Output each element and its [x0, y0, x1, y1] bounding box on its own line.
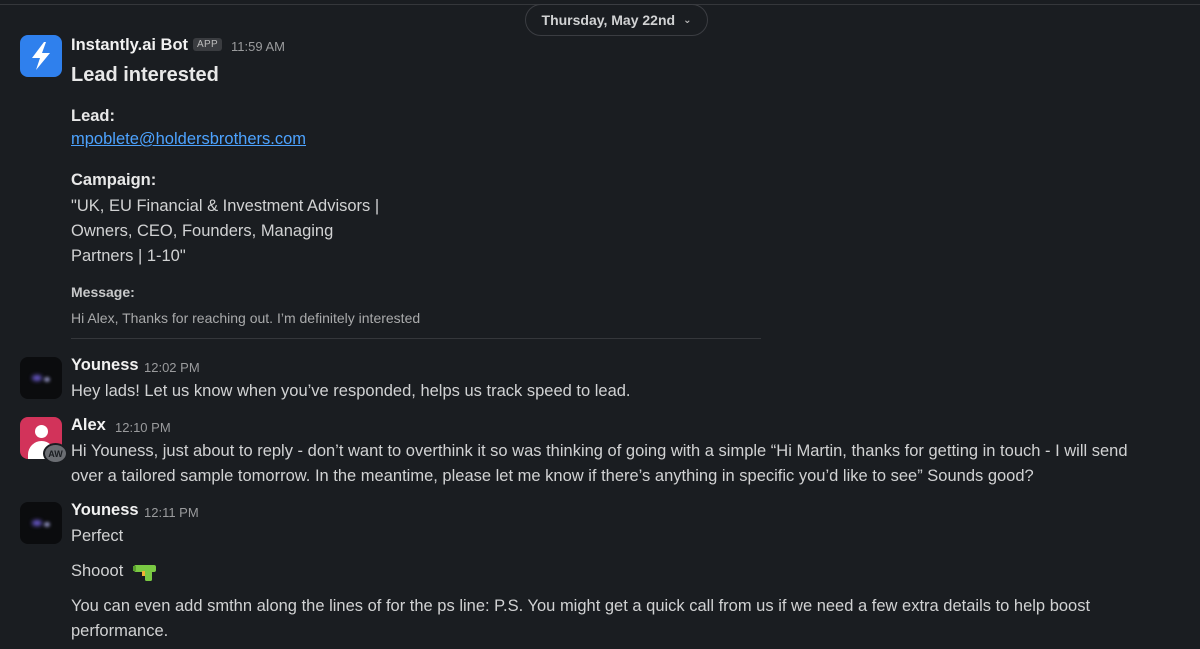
- message-title: Lead interested: [71, 64, 219, 86]
- chevron-down-icon: ⌄: [683, 14, 692, 26]
- author-name[interactable]: Instantly.ai Bot: [71, 36, 188, 55]
- campaign-line: Partners | 1-10": [71, 247, 186, 265]
- message-text: Shooot: [71, 559, 158, 584]
- lead-label: Lead:: [71, 107, 116, 125]
- message-text: Hi Youness, just about to reply - don’t …: [71, 442, 1128, 460]
- message-preview: Hi Alex, Thanks for reaching out. I’m de…: [71, 310, 421, 326]
- timestamp[interactable]: 12:02 PM: [144, 360, 200, 375]
- date-divider-button[interactable]: Thursday, May 22nd ⌄: [525, 4, 708, 36]
- timestamp[interactable]: 12:11 PM: [144, 505, 199, 520]
- campaign-line: Owners, CEO, Founders, Managing: [71, 222, 334, 240]
- message-text: Hey lads! Let us know when you’ve respon…: [71, 382, 631, 400]
- message-text: over a tailored sample tomorrow. In the …: [71, 467, 1034, 485]
- message-label: Message:: [71, 284, 135, 300]
- message-text: Perfect: [71, 527, 124, 545]
- youness-avatar[interactable]: [20, 502, 62, 544]
- timestamp[interactable]: 12:10 PM: [115, 420, 171, 435]
- author-name[interactable]: Youness: [71, 501, 139, 520]
- app-badge: APP: [193, 38, 222, 51]
- date-label: Thursday, May 22nd: [541, 12, 676, 28]
- author-name[interactable]: Youness: [71, 356, 139, 375]
- bot-avatar[interactable]: [20, 35, 62, 77]
- message-text: You can even add smthn along the lines o…: [71, 597, 1091, 615]
- lead-email-link[interactable]: mpoblete@holdersbrothers.com: [71, 130, 306, 149]
- attachment-divider: [71, 338, 761, 339]
- water-pistol-icon: [132, 564, 156, 581]
- youness-avatar[interactable]: [20, 357, 62, 399]
- message-pane: Thursday, May 22nd ⌄ Instantly.ai Bot AP…: [0, 0, 1200, 649]
- timestamp[interactable]: 11:59 AM: [231, 39, 285, 54]
- message-text-shoot: Shooot: [71, 562, 124, 580]
- campaign-line: "UK, EU Financial & Investment Advisors …: [71, 197, 380, 215]
- author-name[interactable]: Alex: [71, 416, 106, 435]
- lightning-bolt-icon: [32, 42, 50, 70]
- campaign-label: Campaign:: [71, 171, 157, 189]
- message-text: performance.: [71, 622, 169, 640]
- avatar-badge: AW: [43, 443, 68, 464]
